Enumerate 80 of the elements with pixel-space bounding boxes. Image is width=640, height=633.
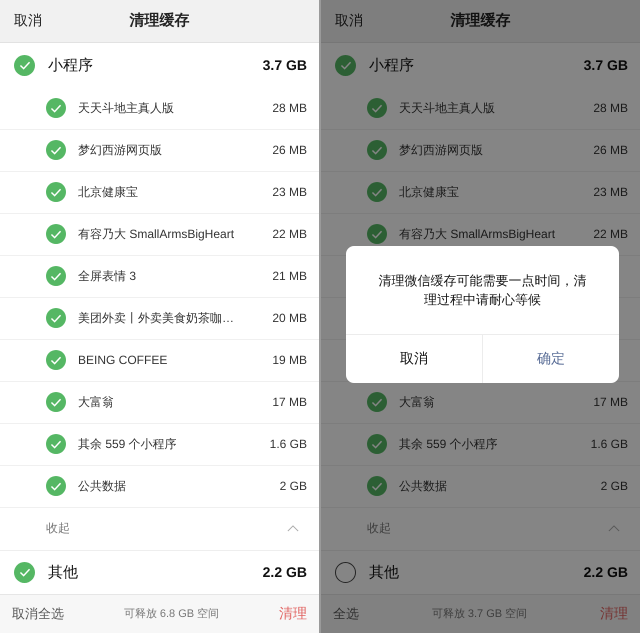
cache-size: 2 GB xyxy=(600,479,628,494)
category-name: 其他 xyxy=(369,562,399,582)
clear-button[interactable]: 清理 xyxy=(278,604,307,623)
mini-program-name: 其余 559 个小程序 xyxy=(399,436,498,453)
checkbox[interactable] xyxy=(367,476,387,496)
cache-size: 2 GB xyxy=(280,479,307,494)
cache-size: 23 MB xyxy=(593,185,628,200)
cache-size: 21 MB xyxy=(272,269,307,284)
mini-program-name: 北京健康宝 xyxy=(78,184,138,201)
category-size: 2.2 GB xyxy=(584,564,628,580)
category-name: 其他 xyxy=(48,562,78,582)
category-size: 2.2 GB xyxy=(262,564,307,580)
cache-size: 20 MB xyxy=(272,311,307,326)
checkbox[interactable] xyxy=(46,266,66,286)
mini-program-name: 公共数据 xyxy=(78,478,126,495)
collapse-link[interactable]: 收起 xyxy=(367,520,391,538)
mini-program-name: 天天斗地主真人版 xyxy=(399,100,495,117)
checkbox[interactable] xyxy=(46,392,66,412)
mini-program-name: BEING COFFEE xyxy=(78,353,168,368)
category-name: 小程序 xyxy=(369,56,414,75)
cache-size: 17 MB xyxy=(272,395,307,410)
mini-program-name: 北京健康宝 xyxy=(399,184,459,201)
checkbox[interactable] xyxy=(46,224,66,244)
cache-size: 26 MB xyxy=(593,143,628,158)
checkbox[interactable] xyxy=(14,562,35,583)
mini-program-name: 大富翁 xyxy=(399,394,435,411)
chevron-up-icon xyxy=(608,525,620,532)
dialog-message: 清理微信缓存可能需要一点时间，清理过程中请耐心等候 xyxy=(378,272,588,309)
mini-program-name: 梦幻西游网页版 xyxy=(399,142,483,159)
category-size: 3.7 GB xyxy=(584,57,628,74)
checkbox[interactable] xyxy=(335,54,356,76)
checkbox[interactable] xyxy=(46,434,66,454)
cache-size: 17 MB xyxy=(593,395,628,410)
checkbox[interactable] xyxy=(46,308,66,328)
mini-program-name: 有容乃大 SmallArmsBigHeart xyxy=(399,226,556,243)
checkbox[interactable] xyxy=(14,54,35,76)
checkbox[interactable] xyxy=(367,434,387,454)
mini-program-name: 大富翁 xyxy=(78,394,114,411)
checkbox[interactable] xyxy=(46,350,66,370)
free-space-text: 可释放 6.8 GB 空间 xyxy=(124,606,220,622)
checkbox[interactable] xyxy=(46,182,66,202)
checkbox[interactable] xyxy=(367,392,387,412)
screen-title: 清理缓存 xyxy=(450,11,510,30)
cache-size: 1.6 GB xyxy=(590,437,628,452)
mini-program-name: 有容乃大 SmallArmsBigHeart xyxy=(78,226,234,243)
select-all-link[interactable]: 取消全选 xyxy=(12,604,64,623)
select-all-link[interactable]: 全选 xyxy=(333,604,359,623)
cache-size: 23 MB xyxy=(272,185,307,200)
mini-program-name: 全屏表情 3 xyxy=(78,268,136,285)
checkbox[interactable] xyxy=(46,476,66,496)
mini-program-name: 美团外卖丨外卖美食奶茶咖… xyxy=(78,310,234,327)
cache-size: 19 MB xyxy=(272,353,307,368)
checkbox[interactable] xyxy=(46,140,66,160)
cache-size: 28 MB xyxy=(593,101,628,116)
free-space-text: 可释放 3.7 GB 空间 xyxy=(432,606,528,622)
checkbox[interactable] xyxy=(367,98,387,118)
checkbox[interactable] xyxy=(367,182,387,202)
cache-size: 26 MB xyxy=(272,143,307,158)
cache-size: 1.6 GB xyxy=(270,437,307,452)
checkbox[interactable] xyxy=(367,224,387,244)
chevron-up-icon xyxy=(287,525,299,532)
cache-size: 22 MB xyxy=(593,227,628,242)
cancel-link[interactable]: 取消 xyxy=(14,12,42,30)
checkbox[interactable] xyxy=(335,562,356,583)
category-name: 小程序 xyxy=(48,56,93,75)
dialog-button[interactable]: 确定 xyxy=(483,335,619,383)
category-size: 3.7 GB xyxy=(262,57,307,74)
screen-title: 清理缓存 xyxy=(130,11,190,30)
cancel-link[interactable]: 取消 xyxy=(335,12,363,30)
cache-size: 22 MB xyxy=(272,227,307,242)
clear-button[interactable]: 清理 xyxy=(600,604,628,623)
mini-program-name: 天天斗地主真人版 xyxy=(78,100,174,117)
mini-program-name: 公共数据 xyxy=(399,478,447,495)
mini-program-name: 其余 559 个小程序 xyxy=(78,436,177,453)
collapse-link[interactable]: 收起 xyxy=(46,520,70,538)
checkbox[interactable] xyxy=(46,98,66,118)
cache-size: 28 MB xyxy=(272,101,307,116)
mini-program-name: 梦幻西游网页版 xyxy=(78,142,162,159)
dialog-button[interactable]: 取消 xyxy=(346,335,483,383)
checkbox[interactable] xyxy=(367,140,387,160)
